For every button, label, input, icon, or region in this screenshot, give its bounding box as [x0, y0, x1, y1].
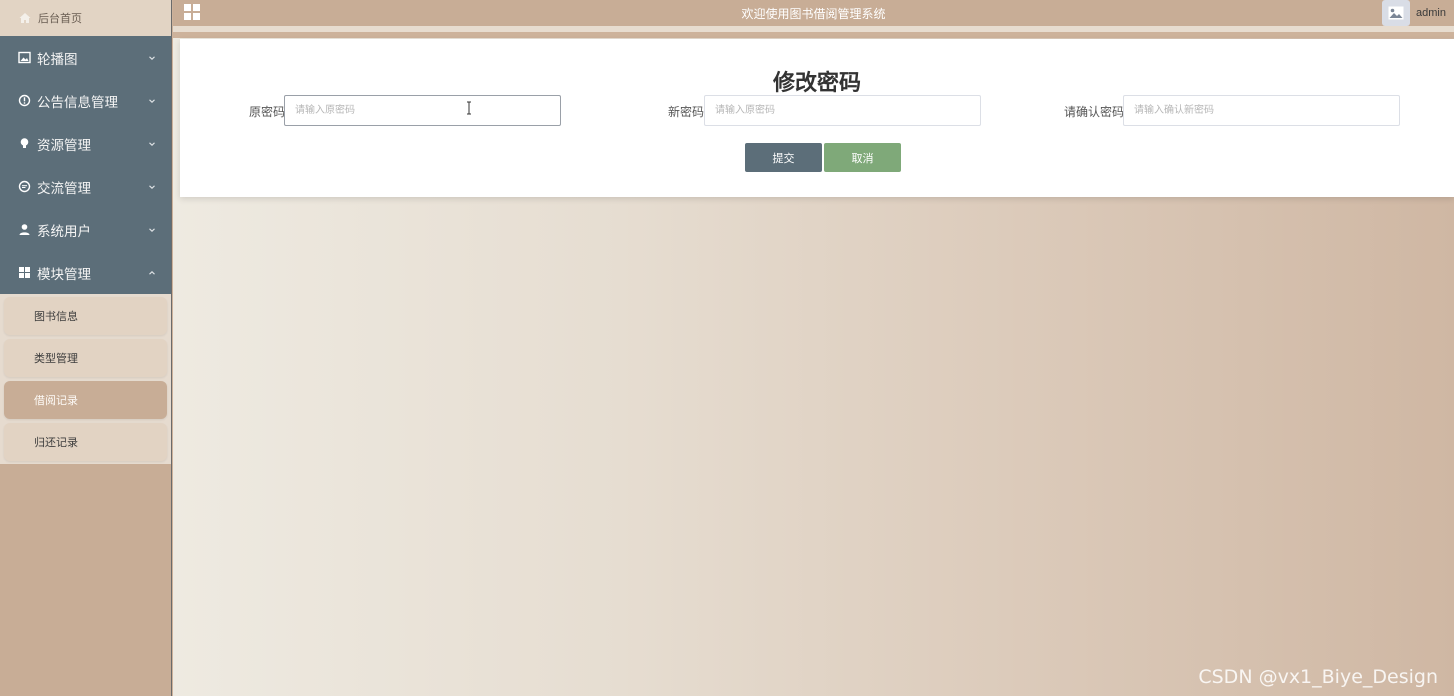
- sidebar: 后台首页 轮播图 公告信息管理 资源管理 交流管理 系统用户 模块管理 图书信息…: [0, 0, 172, 696]
- home-label: 后台首页: [38, 13, 82, 25]
- text-cursor-icon: [465, 101, 473, 115]
- sidebar-item-resources[interactable]: 资源管理: [0, 122, 171, 165]
- submit-button[interactable]: 提交: [745, 143, 822, 172]
- submenu-item-label: 图书信息: [34, 311, 78, 323]
- submenu-item-type-management[interactable]: 类型管理: [4, 339, 167, 377]
- image-placeholder-icon: [1388, 6, 1404, 20]
- submenu-item-label: 类型管理: [34, 353, 78, 365]
- app-title: 欢迎使用图书借阅管理系统: [741, 7, 886, 21]
- sidebar-item-label: 模块管理: [37, 266, 91, 282]
- modules-submenu: 图书信息 类型管理 借阅记录 归还记录: [0, 294, 171, 464]
- home-icon: [18, 11, 32, 25]
- page-title: 修改密码: [772, 70, 861, 95]
- new-password-field[interactable]: [704, 95, 981, 126]
- sidebar-item-label: 交流管理: [37, 180, 91, 196]
- user-icon: [18, 223, 31, 236]
- sidebar-item-label: 资源管理: [37, 137, 91, 153]
- submenu-item-return-records[interactable]: 归还记录: [4, 423, 167, 461]
- sidebar-item-carousel[interactable]: 轮播图: [0, 36, 171, 79]
- chevron-down-icon: [147, 139, 157, 149]
- sidebar-menu: 轮播图 公告信息管理 资源管理 交流管理 系统用户 模块管理: [0, 36, 171, 294]
- submenu-item-label: 归还记录: [34, 437, 78, 449]
- submenu-item-borrow-records[interactable]: 借阅记录: [4, 381, 167, 419]
- chevron-down-icon: [147, 53, 157, 63]
- chevron-down-icon: [147, 96, 157, 106]
- watermark: CSDN @vx1_Biye_Design: [1198, 666, 1438, 688]
- new-password-label: 新密码: [667, 105, 704, 119]
- username[interactable]: admin: [1416, 7, 1446, 19]
- change-password-card: 修改密码 原密码 新密码 请确认密码 提交 取消: [180, 39, 1454, 197]
- cancel-button[interactable]: 取消: [824, 143, 901, 172]
- sidebar-item-label: 公告信息管理: [37, 94, 118, 110]
- sidebar-item-modules[interactable]: 模块管理: [0, 251, 171, 294]
- submenu-item-label: 借阅记录: [34, 395, 78, 407]
- info-circle-icon: [18, 94, 31, 107]
- main-content: 修改密码 原密码 新密码 请确认密码 提交 取消 CSDN @vx1_Biye_…: [173, 38, 1454, 696]
- sidebar-item-announcements[interactable]: 公告信息管理: [0, 79, 171, 122]
- top-bar: 欢迎使用图书借阅管理系统 admin: [173, 0, 1454, 32]
- confirm-password-label: 请确认密码: [1063, 105, 1124, 119]
- chevron-up-icon: [147, 268, 157, 278]
- sidebar-item-communication[interactable]: 交流管理: [0, 165, 171, 208]
- confirm-password-field[interactable]: [1123, 95, 1400, 126]
- home-link[interactable]: 后台首页: [0, 0, 171, 36]
- bulb-icon: [18, 137, 31, 150]
- sidebar-item-label: 系统用户: [37, 223, 91, 239]
- sidebar-item-label: 轮播图: [37, 51, 78, 67]
- sidebar-item-system-users[interactable]: 系统用户: [0, 208, 171, 251]
- picture-icon: [18, 51, 31, 64]
- submenu-item-book-info[interactable]: 图书信息: [4, 297, 167, 335]
- old-password-label: 原密码: [248, 105, 285, 119]
- grid-icon: [18, 266, 31, 279]
- chevron-down-icon: [147, 182, 157, 192]
- avatar[interactable]: [1382, 0, 1410, 26]
- old-password-field[interactable]: [284, 95, 561, 126]
- chat-icon: [18, 180, 31, 193]
- chevron-down-icon: [147, 225, 157, 235]
